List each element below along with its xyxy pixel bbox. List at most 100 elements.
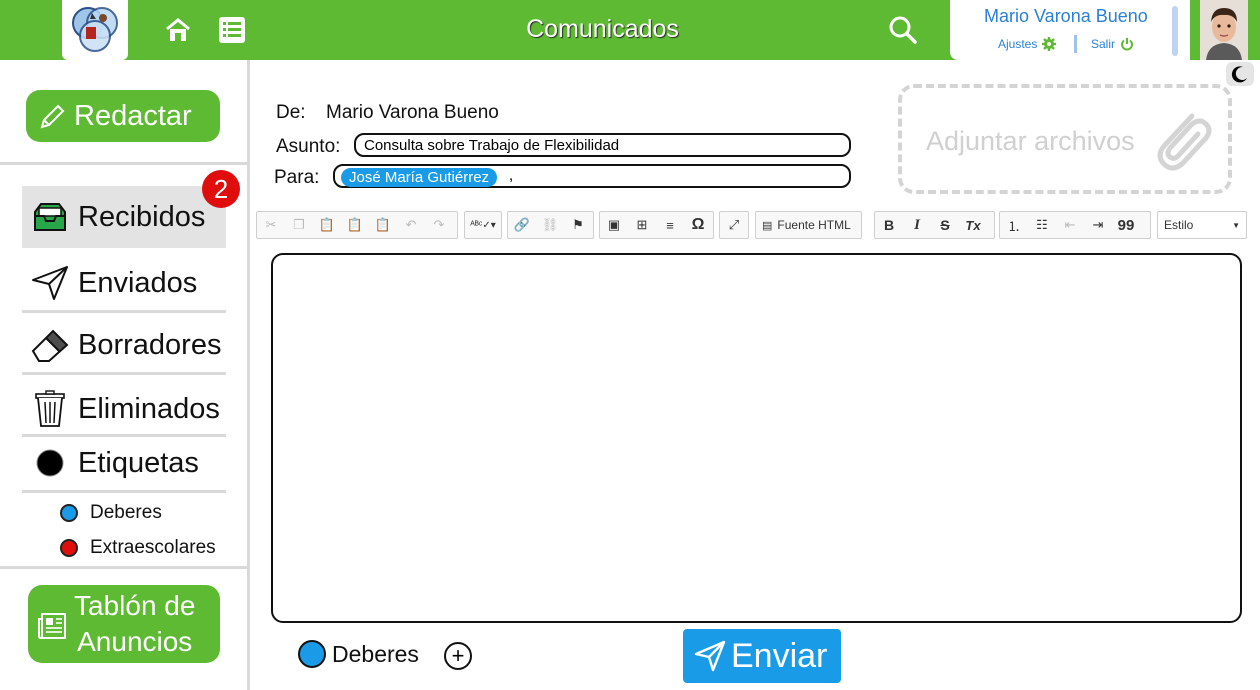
send-label: Enviar — [731, 636, 828, 675]
toolbar-maximize-group: ⤢ — [719, 211, 749, 239]
anchor-flag-icon[interactable]: ⚑ — [564, 212, 592, 238]
divider — [22, 372, 226, 375]
tag-color-dot — [60, 504, 78, 522]
toolbar-insert-group: ▣ ⊞ ≡ Ω — [599, 211, 714, 239]
inbox-icon — [30, 197, 70, 237]
paste-text-icon[interactable]: 📋 — [341, 212, 369, 238]
sidebar: Redactar Recibidos Enviados Borradores E… — [0, 60, 250, 690]
bold-icon[interactable]: B — [875, 212, 903, 238]
copy-icon[interactable]: ❐ — [285, 212, 313, 238]
divider — [0, 566, 247, 569]
indent-icon[interactable]: ⇥ — [1084, 212, 1112, 238]
tag-item-extracurricular[interactable]: Extraescolares — [60, 537, 216, 559]
maximize-icon[interactable]: ⤢ — [720, 212, 748, 238]
unlink-icon[interactable]: ⛓ — [536, 212, 564, 238]
paperclip-icon — [1157, 113, 1212, 171]
numbered-list-icon[interactable]: ⒈ — [1000, 212, 1028, 238]
message-tag-color-dot — [298, 640, 326, 668]
clear-format-icon[interactable]: Tx — [959, 212, 987, 238]
horizontal-rule-icon[interactable]: ≡ — [656, 212, 684, 238]
image-icon[interactable]: ▣ — [600, 212, 628, 238]
blockquote-icon[interactable]: 99 — [1112, 212, 1140, 238]
table-icon[interactable]: ⊞ — [628, 212, 656, 238]
html-source-button[interactable]: ▤ Fuente HTML — [756, 218, 857, 232]
sidebar-item-inbox[interactable]: Recibidos — [22, 186, 226, 248]
settings-link[interactable]: Ajustes — [998, 37, 1057, 51]
eraser-icon — [30, 325, 70, 365]
toolbar-list-group: ⒈ ☷ ⇤ ⇥ 99 — [999, 211, 1151, 239]
user-panel: Mario Varona Bueno Ajustes Salir — [950, 0, 1190, 60]
sidebar-item-label: Recibidos — [78, 200, 206, 233]
top-bar: Comunicados Mario Varona Bueno Ajustes S… — [0, 0, 1260, 60]
link-icon[interactable]: 🔗 — [508, 212, 536, 238]
pencil-icon — [40, 104, 65, 129]
school-logo-icon — [72, 7, 118, 52]
from-value: Mario Varona Bueno — [326, 102, 499, 123]
strikethrough-icon[interactable]: S — [931, 212, 959, 238]
add-tag-button[interactable]: + — [444, 642, 472, 670]
message-body-editor[interactable] — [271, 253, 1242, 623]
school-logo[interactable] — [62, 0, 128, 60]
divider — [22, 490, 226, 493]
avatar[interactable] — [1200, 0, 1248, 60]
user-name: Mario Varona Bueno — [984, 6, 1148, 26]
attach-files-dropzone[interactable]: Adjuntar archivos — [898, 84, 1232, 194]
tag-label: Extraescolares — [90, 537, 216, 558]
undo-icon[interactable]: ↶ — [397, 212, 425, 238]
compose-button[interactable]: Redactar — [26, 90, 220, 142]
cut-icon[interactable]: ✂ — [257, 212, 285, 238]
spellcheck-icon[interactable]: ᴬᴮᶜ✓▾ — [465, 212, 501, 238]
logout-label: Salir — [1091, 37, 1116, 51]
divider — [22, 310, 226, 313]
to-label: Para: — [274, 167, 320, 188]
compose-label: Redactar — [74, 99, 192, 132]
subject-label: Asunto: — [276, 136, 341, 157]
message-tag-label: Deberes — [332, 640, 419, 667]
outdent-icon[interactable]: ⇤ — [1056, 212, 1084, 238]
app-root: Comunicados Mario Varona Bueno Ajustes S… — [0, 0, 1260, 690]
sidebar-item-drafts[interactable]: Borradores — [22, 314, 226, 376]
toolbar-format-group: B I S Tx — [874, 211, 995, 239]
sidebar-item-label: Enviados — [78, 266, 198, 299]
moon-icon — [1231, 66, 1247, 83]
notice-board-label-line2: Anuncios — [77, 626, 193, 657]
sidebar-item-sent[interactable]: Enviados — [22, 252, 226, 314]
style-select[interactable]: Estilo ▼ — [1157, 211, 1247, 239]
settings-label: Ajustes — [998, 37, 1038, 51]
toolbar-source-group: ▤ Fuente HTML — [755, 211, 862, 239]
bullet-list-icon[interactable]: ☷ — [1028, 212, 1056, 238]
italic-icon[interactable]: I — [903, 212, 931, 238]
user-photo — [1200, 0, 1248, 60]
notice-board-button[interactable]: Tablón de Anuncios — [28, 585, 220, 663]
list-icon[interactable] — [218, 16, 246, 44]
paper-plane-icon — [694, 640, 726, 672]
redo-icon[interactable]: ↷ — [425, 212, 453, 238]
source-doc-icon: ▤ — [762, 219, 773, 232]
recipient-separator: , — [509, 167, 514, 184]
sidebar-item-label: Borradores — [78, 328, 222, 361]
attach-files-label: Adjuntar archivos — [926, 126, 1135, 156]
html-source-label: Fuente HTML — [777, 218, 851, 232]
home-icon[interactable] — [164, 16, 192, 44]
dark-mode-toggle[interactable] — [1226, 62, 1254, 86]
power-icon — [1121, 38, 1133, 51]
sidebar-item-labels[interactable]: Etiquetas — [22, 432, 226, 494]
tag-item-homework[interactable]: Deberes — [60, 502, 162, 524]
search-icon[interactable] — [887, 14, 919, 46]
recipient-field[interactable]: José María Gutiérrez , — [333, 164, 851, 188]
paste-icon[interactable]: 📋 — [313, 212, 341, 238]
toolbar-link-group: 🔗 ⛓ ⚑ — [507, 211, 594, 239]
style-select-value: Estilo — [1164, 218, 1194, 232]
paste-word-icon[interactable]: 📋 — [369, 212, 397, 238]
message-tag[interactable]: Deberes — [298, 640, 419, 668]
notice-board-label-line1: Tablón de — [74, 590, 196, 621]
subject-field[interactable]: Consulta sobre Trabajo de Flexibilidad — [354, 133, 851, 157]
toolbar-clipboard-group: ✂ ❐ 📋 📋 📋 ↶ ↷ — [256, 211, 458, 239]
sidebar-item-deleted[interactable]: Eliminados — [22, 378, 226, 440]
send-button[interactable]: Enviar — [683, 629, 841, 683]
from-label: De: — [276, 102, 306, 123]
tag-label: Deberes — [90, 502, 162, 523]
special-char-icon[interactable]: Ω — [684, 212, 712, 238]
logout-link[interactable]: Salir — [1091, 37, 1134, 51]
recipient-chip[interactable]: José María Gutiérrez — [341, 168, 498, 187]
